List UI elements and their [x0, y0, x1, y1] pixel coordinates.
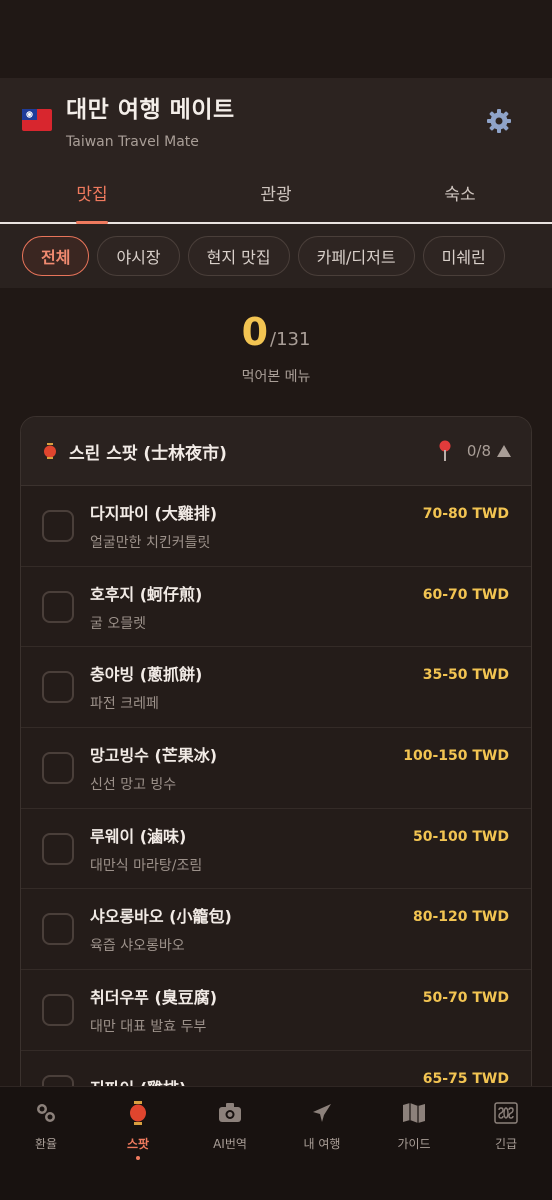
map-icon: [402, 1101, 426, 1125]
item-price: 50-100 TWD: [412, 828, 509, 845]
item-price: 65-75 TWD: [422, 1070, 509, 1087]
eaten-counter: 0 /131 먹어본 메뉴: [0, 288, 552, 418]
section-header[interactable]: 스린 스팟 (士林夜市) 0/8: [21, 417, 531, 486]
list-item[interactable]: 호후지 (蚵仔煎) 굴 오믈렛 60-70 TWD: [21, 567, 531, 648]
app-title: 대만 여행 메이트: [66, 97, 235, 123]
item-price: 50-70 TWD: [422, 990, 509, 1007]
item-desc: 굴 오믈렛: [90, 615, 146, 632]
item-desc: 파전 크레페: [90, 696, 159, 713]
checkbox[interactable]: [42, 590, 74, 623]
list-item[interactable]: 충야빙 (蔥抓餅) 파전 크레페 35-50 TWD: [21, 647, 531, 729]
filter-chip-michelin[interactable]: 미쉐린: [422, 236, 505, 276]
item-price: 100-150 TWD: [403, 748, 509, 765]
list-item[interactable]: 취더우푸 (臭豆腐) 대만 대표 발효 두부 50-70 TWD: [21, 970, 531, 1051]
checkbox[interactable]: [42, 993, 74, 1026]
filter-chip-local[interactable]: 현지 맛집: [187, 236, 290, 276]
list-item[interactable]: 샤오롱바오 (小籠包) 육즙 샤오롱바오 80-120 TWD: [21, 889, 531, 971]
nav-label: 가이드: [397, 1137, 431, 1151]
checkbox[interactable]: [42, 913, 74, 946]
item-name: 망고빙수 (芒果冰): [90, 745, 218, 765]
item-name: 충야빙 (蔥抓餅): [90, 665, 203, 685]
nav-label: 긴급: [494, 1137, 518, 1151]
nav-label: 내 여행: [303, 1137, 341, 1151]
nav-guide[interactable]: 가이드: [368, 1101, 460, 1200]
item-desc: 육즙 샤오롱바오: [90, 938, 185, 955]
counter-label: 먹어본 메뉴: [241, 369, 311, 385]
map-pin-icon[interactable]: [437, 440, 453, 462]
total-count: /131: [270, 329, 311, 350]
tab-lodging[interactable]: 숙소: [368, 162, 552, 222]
item-desc: 대만식 마라탕/조림: [90, 857, 203, 874]
list-item[interactable]: 망고빙수 (芒果冰) 신선 망고 빙수 100-150 TWD: [21, 728, 531, 809]
item-price: 70-80 TWD: [422, 506, 509, 522]
bottom-nav: 환율 스팟 AI번역 내 여행 가이드 긴급: [0, 1086, 552, 1200]
checkbox[interactable]: [42, 509, 74, 542]
nav-spot[interactable]: 스팟: [92, 1101, 184, 1200]
lantern-icon: [126, 1101, 150, 1125]
item-desc: 얼굴만한 치킨커틀릿: [90, 534, 211, 551]
gear-icon[interactable]: [486, 108, 512, 134]
item-desc: 대만 대표 발효 두부: [90, 1018, 207, 1035]
item-name: 호후지 (蚵仔煎): [90, 584, 203, 604]
item-price: 35-50 TWD: [422, 667, 509, 684]
list-item[interactable]: 다지파이 (大雞排) 얼굴만한 치킨커틀릿 70-80 TWD: [21, 486, 531, 567]
item-price: 60-70 TWD: [422, 586, 509, 603]
nav-translate[interactable]: AI번역: [184, 1101, 276, 1200]
nav-emergency[interactable]: 긴급: [460, 1101, 552, 1200]
item-name: 샤오롱바오 (小籠包): [90, 907, 232, 927]
active-indicator: [136, 1156, 140, 1160]
filter-chip-night-market[interactable]: 야시장: [97, 236, 180, 276]
checkbox[interactable]: [42, 671, 74, 704]
exchange-icon: [34, 1101, 58, 1125]
item-name: 다지파이 (大雞排): [90, 503, 218, 523]
item-price: 80-120 TWD: [412, 909, 509, 926]
eaten-count: 0: [241, 310, 269, 354]
checkbox[interactable]: [42, 832, 74, 865]
item-desc: 신선 망고 빙수: [90, 776, 177, 793]
tab-food[interactable]: 맛집: [0, 162, 184, 222]
filter-chip-all[interactable]: 전체: [22, 236, 90, 276]
camera-icon: [218, 1101, 242, 1125]
nav-label: 스팟: [126, 1137, 150, 1151]
nav-my-trip[interactable]: 내 여행: [276, 1101, 368, 1200]
list-item[interactable]: 루웨이 (滷味) 대만식 마라탕/조림 50-100 TWD: [21, 809, 531, 890]
airplane-icon: [310, 1101, 334, 1125]
nav-exchange[interactable]: 환율: [0, 1101, 92, 1200]
nav-label: 환율: [34, 1137, 58, 1151]
item-name: 취더우푸 (臭豆腐): [90, 987, 218, 1007]
taiwan-flag-icon: [22, 109, 52, 131]
collapse-caret-icon[interactable]: [497, 445, 511, 457]
checkbox[interactable]: [42, 751, 74, 784]
section-count: 0/8: [466, 442, 491, 460]
spot-section-card: 스린 스팟 (士林夜市) 0/8 다지파이 (大雞排) 얼굴만한 치킨커틀릿 7…: [20, 416, 532, 1136]
section-title: 스린 스팟 (士林夜市): [69, 443, 227, 464]
lantern-icon: [43, 443, 57, 459]
sos-icon: [494, 1101, 518, 1125]
item-name: 루웨이 (滷味): [90, 826, 187, 846]
category-tabs: 맛집 관광 숙소: [0, 162, 552, 224]
tab-sightseeing[interactable]: 관광: [184, 162, 368, 222]
filter-chips: 전체 야시장 현지 맛집 카페/디저트 미쉐린: [0, 224, 552, 288]
filter-chip-cafe[interactable]: 카페/디저트: [297, 236, 415, 276]
status-bar-area: [0, 0, 552, 78]
app-subtitle: Taiwan Travel Mate: [66, 134, 199, 150]
nav-label: AI번역: [213, 1137, 247, 1151]
app-header: 대만 여행 메이트 Taiwan Travel Mate: [0, 78, 552, 162]
